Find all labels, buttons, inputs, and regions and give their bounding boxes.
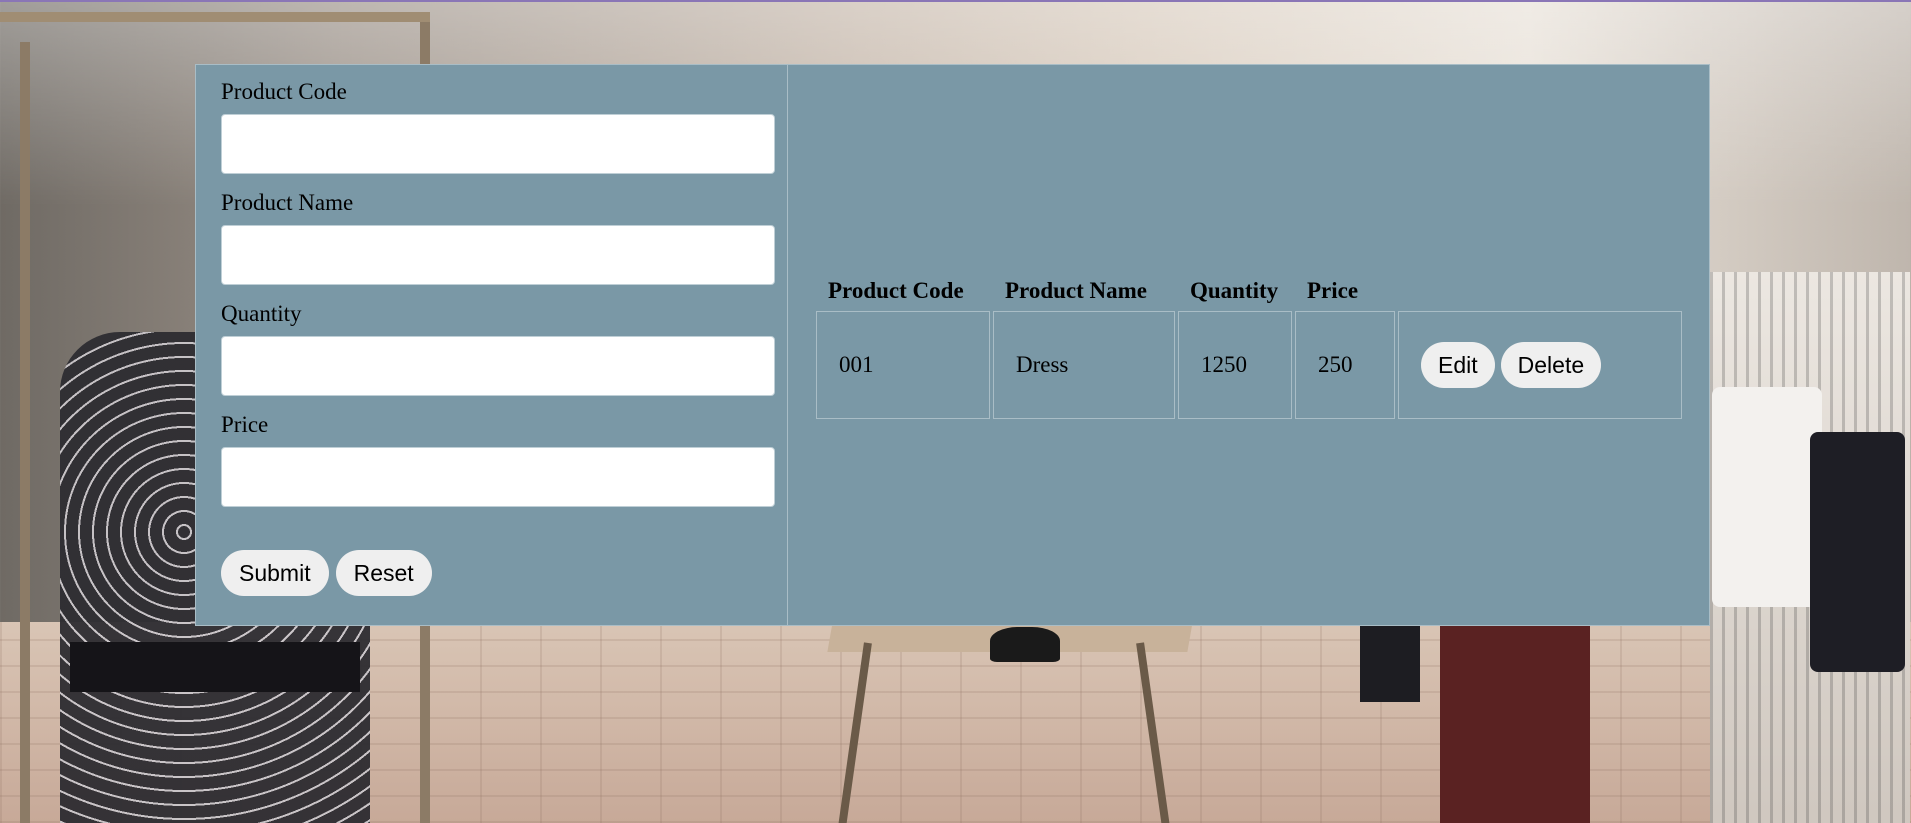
quantity-input[interactable] <box>221 336 775 396</box>
reset-button[interactable]: Reset <box>335 550 432 596</box>
shoe <box>990 627 1060 662</box>
delete-button[interactable]: Delete <box>1500 342 1602 388</box>
header-price: Price <box>1307 278 1359 303</box>
table-header-row: Product Code Product Name Quantity Price <box>816 274 1682 308</box>
product-list-pane: Product Code Product Name Quantity Price… <box>788 65 1709 625</box>
hanging-garment <box>1440 622 1590 823</box>
price-label: Price <box>221 412 269 437</box>
display-table <box>827 622 1193 652</box>
form-actions: Submit Reset <box>221 550 432 596</box>
submit-button[interactable]: Submit <box>221 550 329 596</box>
cell-price: 250 <box>1295 311 1395 419</box>
price-input[interactable] <box>221 447 775 507</box>
header-quantity: Quantity <box>1190 278 1279 303</box>
cell-quantity: 1250 <box>1178 311 1292 419</box>
product-panel: Product Code Product Name Quantity Price… <box>195 64 1710 626</box>
cell-actions: Edit Delete <box>1398 311 1682 419</box>
header-product-code: Product Code <box>828 278 964 303</box>
table-row: 001 Dress 1250 250 Edit Delete <box>816 311 1682 419</box>
quantity-label: Quantity <box>221 301 302 326</box>
hanging-garment <box>1360 622 1420 702</box>
clothing-rack <box>0 12 430 42</box>
header-product-name: Product Name <box>1005 278 1148 303</box>
mannequin-belt <box>70 642 360 692</box>
product-form: Product Code Product Name Quantity Price… <box>196 65 788 625</box>
row-actions: Edit Delete <box>1421 342 1659 388</box>
product-code-label: Product Code <box>221 79 347 104</box>
table-leg <box>836 642 872 823</box>
cell-product-code: 001 <box>816 311 990 419</box>
white-shirt <box>1712 387 1822 607</box>
products-table: Product Code Product Name Quantity Price… <box>813 271 1685 422</box>
header-actions <box>1398 274 1682 308</box>
product-name-label: Product Name <box>221 190 354 215</box>
clothing-rack <box>1710 272 1910 823</box>
product-code-input[interactable] <box>221 114 775 174</box>
rack-pole <box>20 42 30 823</box>
table-leg <box>1136 642 1172 823</box>
product-name-input[interactable] <box>221 225 775 285</box>
cell-product-name: Dress <box>993 311 1175 419</box>
edit-button[interactable]: Edit <box>1421 342 1495 388</box>
dark-coat <box>1810 432 1905 672</box>
store-floor <box>0 622 1911 823</box>
